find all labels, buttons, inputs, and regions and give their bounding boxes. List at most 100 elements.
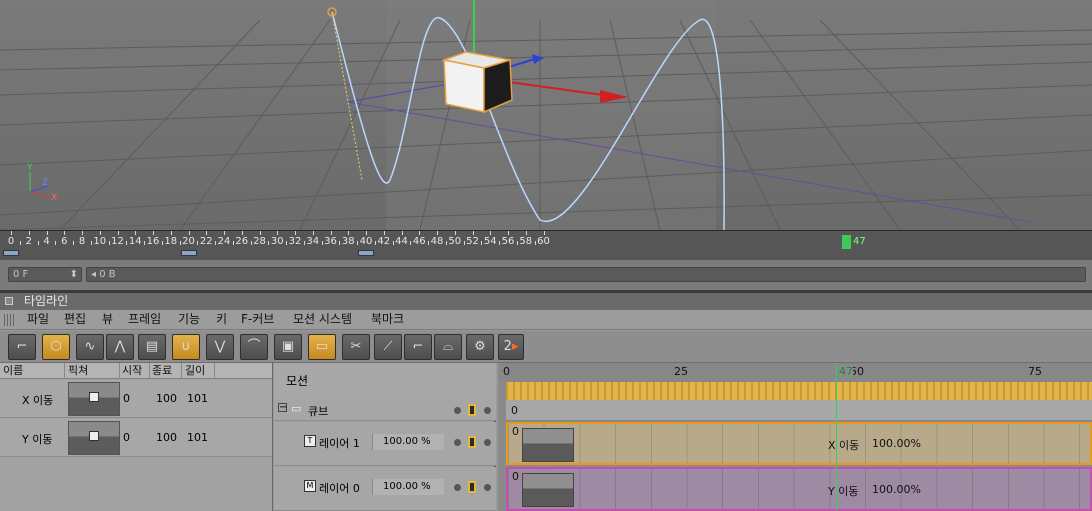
loop-button[interactable]: ✂ <box>342 334 370 360</box>
collapse-toggle-icon[interactable]: − <box>278 403 287 413</box>
window-icon <box>5 297 13 305</box>
playhead-line[interactable] <box>836 363 837 511</box>
ruler-tick <box>73 241 75 245</box>
track-name: Y 이동 <box>22 433 53 446</box>
layer-weight-field[interactable]: 100.00 % <box>372 479 444 495</box>
ruler-tick <box>55 241 57 245</box>
menu-edit[interactable]: 편집 <box>64 310 86 328</box>
ruler-keyframe[interactable] <box>358 250 374 256</box>
settings-button[interactable]: ⚙ <box>466 334 494 360</box>
col-name[interactable]: 이름 <box>3 363 65 379</box>
ruler-tick <box>392 241 394 245</box>
ruler-tick <box>525 231 527 235</box>
col-length[interactable]: 길이 <box>185 363 215 379</box>
frame-field-value: 0 F <box>13 269 29 280</box>
3d-viewport[interactable]: Y Z X <box>0 0 1092 230</box>
menu-fcurve[interactable]: F-커브 <box>241 310 274 328</box>
motion-timeline[interactable]: 0 25 50 75 47 0 0 X 이동 100.00% 0 Y 이동 10… <box>498 363 1092 511</box>
ruler-keyframe[interactable] <box>3 250 19 256</box>
cube-track-row[interactable]: 0 <box>506 400 1092 421</box>
menu-motion-system[interactable]: 모션 시스템 <box>293 310 352 328</box>
layer-icon: T <box>304 435 316 447</box>
ruler-label: 14 <box>128 236 142 247</box>
layer-row[interactable]: M 레이어 0 100.00 % <box>274 467 496 511</box>
layer-weight-field[interactable]: 100.00 % <box>372 434 444 450</box>
ruler-keyframe[interactable] <box>180 250 197 256</box>
ruler-label: 54 <box>483 236 497 247</box>
ruler-tick <box>463 241 465 245</box>
motion-clip-y[interactable]: 0 Y 이동 100.00% <box>506 467 1092 511</box>
layer-flag-icon[interactable] <box>468 436 476 448</box>
visibility-dot[interactable] <box>454 407 461 414</box>
keyframe-strip[interactable] <box>506 382 1092 400</box>
ruler-label: 58 <box>519 236 533 247</box>
ruler-tick <box>410 241 412 245</box>
layer-button[interactable]: ▣ <box>274 334 302 360</box>
menu-frame[interactable]: 프레임 <box>128 310 161 328</box>
col-end[interactable]: 종료 <box>152 363 182 379</box>
key-mode-button[interactable]: ⌐ <box>8 334 36 360</box>
col-start[interactable]: 시작 <box>122 363 150 379</box>
menu-view[interactable]: 뷰 <box>102 310 113 328</box>
ruler-tick <box>321 241 323 245</box>
menu-file[interactable]: 파일 <box>27 310 49 328</box>
timeline-tick-label: 75 <box>1028 365 1042 378</box>
track-row[interactable]: Y 이동 0 100 101 <box>0 419 272 457</box>
ruler-label: 8 <box>78 236 86 247</box>
layer-name: 레이어 0 <box>319 482 360 495</box>
menu-bookmark[interactable]: 북마크 <box>371 310 404 328</box>
lock-dot[interactable] <box>484 484 491 491</box>
layer-flag-icon[interactable] <box>468 481 476 493</box>
ruler-tick <box>357 241 359 245</box>
frame-field[interactable]: 0 F ⬍ <box>8 267 82 282</box>
ruler-label: 34 <box>306 236 320 247</box>
step-button[interactable]: ⌐ <box>404 334 432 360</box>
lock-dot[interactable] <box>484 439 491 446</box>
ruler-tick <box>161 241 163 245</box>
ruler-tick <box>46 231 48 235</box>
page-number: 2 <box>503 339 512 354</box>
layer-row[interactable]: T 레이어 1 100.00 % <box>274 422 496 466</box>
ruler-label: 32 <box>288 236 302 247</box>
timeline-ruler[interactable]: 0 25 50 75 47 <box>498 363 1092 382</box>
fcurve-button[interactable]: ∿ <box>76 334 104 360</box>
ruler-tick <box>303 241 305 245</box>
linear-button[interactable]: ⟋ <box>374 334 402 360</box>
current-frame-label: 47 <box>853 236 866 247</box>
col-picture[interactable]: 픽쳐 <box>68 363 120 379</box>
ruler-tick <box>295 231 296 235</box>
layer-flag-icon[interactable] <box>468 404 476 416</box>
current-frame-marker[interactable] <box>842 235 851 249</box>
ruler-label: 10 <box>93 236 107 247</box>
timeline-titlebar[interactable]: 타임라인 <box>0 293 1092 310</box>
frame-ruler[interactable]: 0 2 4 6 8 10 12 14 16 18 20 22 24 26 28 30 32 34 36 38 40 42 4… <box>0 230 1092 260</box>
curve-mode-button[interactable]: ⋀ <box>106 334 134 360</box>
auto-key-button[interactable]: ⬡ <box>42 334 70 360</box>
frame-slider-field[interactable]: ◂ 0 B <box>86 267 1086 282</box>
visibility-dot[interactable] <box>454 439 461 446</box>
track-row[interactable]: X 이동 0 100 101 <box>0 380 272 418</box>
menu-key[interactable]: 키 <box>216 310 227 328</box>
ruler-label: 60 <box>537 236 550 247</box>
ruler-tick <box>188 231 190 235</box>
visibility-dot[interactable] <box>454 484 461 491</box>
spline-ease-button[interactable]: ⌓ <box>434 334 462 360</box>
menu-function[interactable]: 기능 <box>178 310 200 328</box>
motion-clip-x[interactable]: 0 X 이동 100.00% <box>506 422 1092 465</box>
ease-button[interactable]: ⌒ <box>240 334 268 360</box>
spline-button[interactable]: ⋁ <box>206 334 234 360</box>
layer-icon: M <box>304 480 316 492</box>
ruler-tick <box>206 231 208 235</box>
magnet-snap-button[interactable]: ∪ <box>172 334 200 360</box>
ruler-button[interactable]: ▭ <box>308 334 336 360</box>
record-button[interactable]: ▤ <box>138 334 166 360</box>
ruler-label: 44 <box>395 236 408 247</box>
ruler-tick <box>499 241 501 245</box>
ruler-tick <box>374 241 376 245</box>
page-selector[interactable]: 2▸ <box>498 334 524 360</box>
lock-dot[interactable] <box>484 407 491 414</box>
object-row[interactable]: − ▭ 큐브 <box>274 399 496 421</box>
ruler-tick <box>259 231 261 235</box>
cube-row-start: 0 <box>511 404 518 417</box>
motion-hierarchy: 모션 − ▭ 큐브 T 레이어 1 100.00 % M 레이어 0 100.0… <box>274 363 496 511</box>
